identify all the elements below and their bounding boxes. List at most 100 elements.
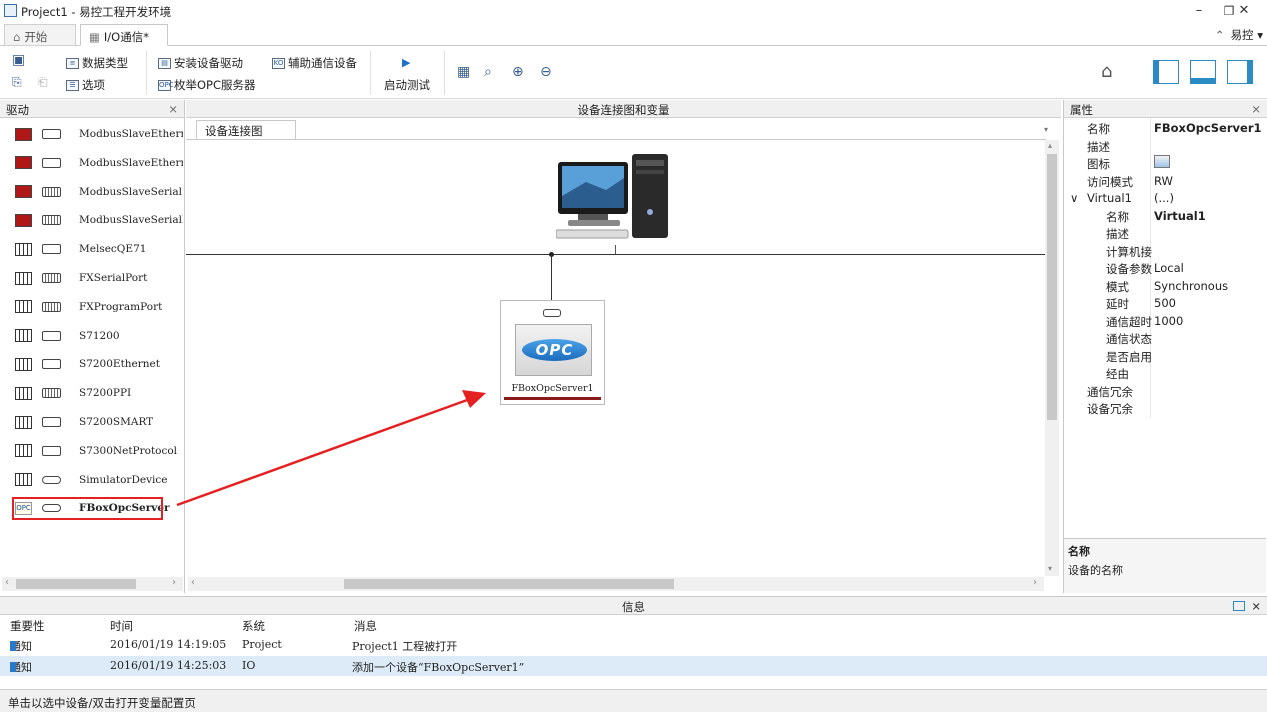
zoom-fit-icon[interactable]: ⌕ (484, 64, 492, 80)
install-driver-button[interactable]: ▤ 安装设备驱动 (158, 55, 243, 71)
diagram-hscrollbar[interactable]: ‹ › (188, 577, 1044, 591)
col-time[interactable]: 时间 (110, 618, 133, 634)
property-value[interactable]: Synchronous (1154, 279, 1228, 293)
minimize-button[interactable]: – (1183, 2, 1215, 20)
scroll-right-icon[interactable]: › (172, 577, 176, 588)
grid-icon[interactable]: ▦ (457, 64, 470, 80)
property-row[interactable]: 通信状态 (1064, 329, 1266, 347)
layout-bottom-button[interactable] (1190, 60, 1216, 84)
property-value[interactable]: 1000 (1154, 314, 1183, 328)
tab-io[interactable]: ▦ I/O通信* (80, 24, 168, 46)
severity-cell: 通知 (10, 638, 32, 654)
property-row[interactable]: 延时 500 (1064, 294, 1266, 312)
close-button[interactable]: ✕ (1228, 2, 1260, 20)
properties-panel-header: 属性 × (1064, 100, 1267, 118)
property-row[interactable]: 经由 (1064, 364, 1266, 382)
device-card[interactable]: OPC FBoxOpcServer1 (500, 300, 605, 405)
property-row[interactable]: 通信超时 1000 (1064, 312, 1266, 330)
property-row[interactable]: 通信冗余 (1064, 382, 1266, 400)
ribbon-collapse-icon[interactable]: ⌃ (1215, 28, 1225, 42)
start-test-button[interactable]: 启动测试 (384, 77, 430, 93)
driver-item[interactable]: ModbusSlaveSerial (0, 178, 183, 206)
driver-item[interactable]: S7200SMART (0, 408, 183, 436)
property-value[interactable]: FBoxOpcServer1 (1154, 121, 1262, 135)
play-icon[interactable]: ▶ (402, 56, 410, 69)
property-row[interactable]: 名称 FBoxOpcServer1 (1064, 119, 1266, 137)
scroll-thumb[interactable] (16, 579, 136, 589)
property-row[interactable]: 计算机接 (1064, 242, 1266, 260)
maximize-icon[interactable] (1233, 601, 1246, 611)
property-row[interactable]: 名称 Virtual1 (1064, 207, 1266, 225)
property-value[interactable]: Local (1154, 261, 1184, 275)
driver-item[interactable]: S7200Ethernet (0, 350, 183, 378)
zoom-in-icon[interactable]: ⊕ (512, 64, 524, 80)
tab-start[interactable]: ⌂ 开始 (4, 24, 76, 46)
tab-io-label: I/O通信* (103, 30, 149, 44)
property-row[interactable]: 描述 (1064, 137, 1266, 155)
zoom-out-icon[interactable]: ⊖ (540, 64, 552, 80)
expand-chevron-icon[interactable]: ∨ (1070, 191, 1078, 205)
col-system[interactable]: 系统 (242, 618, 265, 634)
property-value[interactable]: RW (1154, 174, 1173, 188)
property-row[interactable]: 设备冗余 (1064, 399, 1266, 417)
ethernet-connection-icon (42, 157, 61, 168)
driver-item[interactable]: S71200 (0, 322, 183, 350)
plc-device-icon (15, 300, 32, 314)
property-row[interactable]: 描述 (1064, 224, 1266, 242)
driver-name: S7200Ethernet (79, 358, 160, 371)
property-row[interactable]: ∨ Virtual1 (...) (1064, 189, 1266, 207)
driver-panel-close-icon[interactable]: × (168, 102, 178, 116)
driver-item[interactable]: S7300NetProtocol (0, 437, 183, 465)
enum-opc-button[interactable]: OPC 枚举OPC服务器 (158, 77, 256, 93)
property-row[interactable]: 设备参数 Local (1064, 259, 1266, 277)
datatype-button[interactable]: ≡ 数据类型 (66, 55, 128, 71)
driver-hscrollbar[interactable]: ‹ › (2, 577, 183, 591)
tab-connection-diagram[interactable]: 设备连接图 (196, 120, 296, 140)
info-row[interactable]: 通知 2016/01/19 14:19:05 Project Project1 工程被… (0, 635, 1267, 655)
info-close-icon[interactable]: × (1251, 599, 1261, 613)
col-message[interactable]: 消息 (354, 618, 377, 634)
property-value[interactable]: 500 (1154, 296, 1176, 310)
property-key: 访问模式 (1087, 174, 1133, 189)
property-key: 计算机接 (1106, 244, 1152, 259)
driver-item[interactable]: ModbusSlaveSerialEx (0, 206, 183, 234)
property-value[interactable]: (...) (1154, 191, 1174, 205)
driver-item[interactable]: SimulatorDevice (0, 466, 183, 494)
property-key: 名称 (1106, 209, 1129, 224)
diagram-vscrollbar[interactable]: ▴ ▾ (1045, 140, 1059, 576)
col-severity[interactable]: 重要性 (10, 618, 45, 634)
aux-comm-button[interactable]: KO 辅助通信设备 (272, 55, 357, 71)
scroll-left-icon[interactable]: ‹ (5, 577, 9, 588)
scroll-up-icon[interactable]: ▴ (1048, 141, 1052, 150)
hscroll-thumb[interactable] (344, 579, 674, 589)
vscroll-thumb[interactable] (1047, 154, 1057, 420)
home-view-icon[interactable]: ⌂ (1101, 61, 1112, 82)
paste-icon[interactable]: ⎗ (38, 75, 48, 90)
property-row[interactable]: 图标 (1064, 154, 1266, 172)
driver-item[interactable]: S7200PPI (0, 379, 183, 407)
scroll-right-icon[interactable]: › (1033, 577, 1037, 588)
layout-right-button[interactable] (1227, 60, 1253, 84)
user-menu[interactable]: ⌃ 易控 ▾ (1215, 27, 1263, 43)
tab-dropdown-icon[interactable]: ▾ (1044, 125, 1048, 134)
plc-device-icon (15, 386, 32, 400)
driver-item[interactable]: ModbusSlaveEthernetUdp (0, 149, 183, 177)
driver-item[interactable]: MelsecQE71 (0, 235, 183, 263)
copy-icon[interactable]: ⎘ (12, 75, 22, 90)
device-icon-preview[interactable] (1154, 155, 1170, 168)
layout-left-button[interactable] (1153, 60, 1179, 84)
driver-item[interactable]: FXSerialPort (0, 264, 183, 292)
scroll-down-icon[interactable]: ▾ (1048, 564, 1052, 573)
property-row[interactable]: 模式 Synchronous (1064, 277, 1266, 295)
options-button[interactable]: ☰ 选项 (66, 77, 105, 93)
property-row[interactable]: 访问模式 RW (1064, 172, 1266, 190)
property-value[interactable]: Virtual1 (1154, 209, 1206, 223)
enum-opc-label: 枚举OPC服务器 (174, 78, 256, 92)
properties-close-icon[interactable]: × (1251, 102, 1261, 116)
driver-item[interactable]: ModbusSlaveEthernet (0, 120, 183, 148)
scroll-left-icon[interactable]: ‹ (191, 577, 195, 588)
property-row[interactable]: 是否启用 (1064, 347, 1266, 365)
save-icon[interactable]: ▣ (12, 52, 25, 68)
driver-item[interactable]: FXProgramPort (0, 293, 183, 321)
info-row[interactable]: 通知 2016/01/19 14:25:03 IO 添加一个设备“FBoxOpcSer… (0, 656, 1267, 676)
